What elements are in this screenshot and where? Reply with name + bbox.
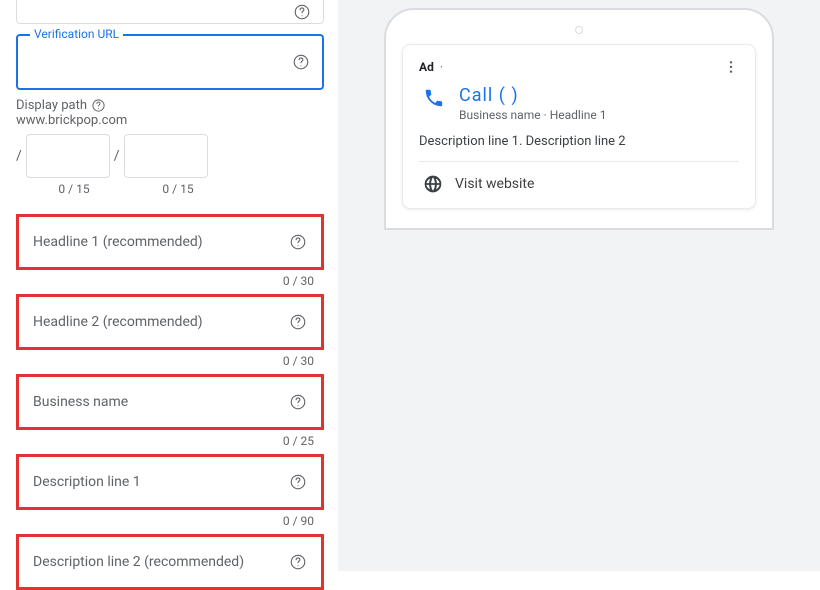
path2-field[interactable] xyxy=(124,134,208,178)
verification-url-label: Verification URL xyxy=(30,27,123,41)
call-row[interactable]: Call ( ) Business name · Headline 1 xyxy=(419,85,739,122)
display-path-row: / / xyxy=(16,134,322,178)
path2-input[interactable] xyxy=(125,135,207,177)
path2-counter: 0 / 15 xyxy=(136,182,220,196)
desc2-placeholder: Description line 2 (recommended) xyxy=(33,554,289,570)
phone-camera-icon xyxy=(575,26,583,34)
help-icon[interactable] xyxy=(289,393,307,411)
previous-field-input[interactable] xyxy=(17,0,323,23)
ad-separator: · xyxy=(440,60,443,74)
path-counters: 0 / 15 0 / 15 xyxy=(16,182,322,196)
more-menu-icon[interactable] xyxy=(723,59,739,75)
path-slash: / xyxy=(16,148,22,164)
verification-url-input[interactable] xyxy=(18,36,322,88)
headline1-field[interactable]: Headline 1 (recommended) xyxy=(16,214,324,270)
help-icon[interactable] xyxy=(289,233,307,251)
path-slash: / xyxy=(114,148,120,164)
form-panel: Verification URL Display path www.brickp… xyxy=(0,0,338,571)
help-icon[interactable] xyxy=(292,53,310,71)
business-headline-line: Business name · Headline 1 xyxy=(459,108,606,122)
display-path-label: Display path xyxy=(16,98,322,113)
business-name-counter: 0 / 25 xyxy=(16,434,324,448)
help-icon[interactable] xyxy=(289,553,307,571)
display-path-domain: www.brickpop.com xyxy=(16,113,322,128)
path1-input[interactable] xyxy=(27,135,109,177)
headline2-counter: 0 / 30 xyxy=(16,354,324,368)
desc2-field[interactable]: Description line 2 (recommended) xyxy=(16,534,324,590)
path1-field[interactable] xyxy=(26,134,110,178)
visit-website-link[interactable]: Visit website xyxy=(419,162,739,204)
desc1-field[interactable]: Description line 1 xyxy=(16,454,324,510)
call-text: Call ( ) xyxy=(459,85,606,106)
business-name-field[interactable]: Business name xyxy=(16,374,324,430)
help-icon[interactable] xyxy=(289,313,307,331)
headline2-placeholder: Headline 2 (recommended) xyxy=(33,314,289,330)
headline1-counter: 0 / 30 xyxy=(16,274,324,288)
help-icon[interactable] xyxy=(91,98,106,113)
phone-frame: Ad · Call ( ) Business name · Headline 1 xyxy=(384,8,774,230)
help-icon[interactable] xyxy=(289,473,307,491)
ad-preview-card: Ad · Call ( ) Business name · Headline 1 xyxy=(402,44,756,209)
desc1-counter: 0 / 90 xyxy=(16,514,324,528)
desc1-placeholder: Description line 1 xyxy=(33,474,289,490)
visit-website-text: Visit website xyxy=(455,176,534,192)
phone-icon xyxy=(423,87,445,109)
help-icon[interactable] xyxy=(293,3,311,21)
previous-field-bottom[interactable] xyxy=(16,0,324,24)
headline2-field[interactable]: Headline 2 (recommended) xyxy=(16,294,324,350)
globe-icon xyxy=(423,174,443,194)
headline1-placeholder: Headline 1 (recommended) xyxy=(33,234,289,250)
ad-header-row: Ad · xyxy=(419,59,739,75)
verification-url-field[interactable]: Verification URL xyxy=(16,34,324,90)
path1-counter: 0 / 15 xyxy=(32,182,116,196)
preview-panel: Ad · Call ( ) Business name · Headline 1 xyxy=(338,0,820,571)
ad-badge: Ad xyxy=(419,60,434,74)
business-name-placeholder: Business name xyxy=(33,394,289,410)
description-line: Description line 1. Description line 2 xyxy=(419,134,739,162)
